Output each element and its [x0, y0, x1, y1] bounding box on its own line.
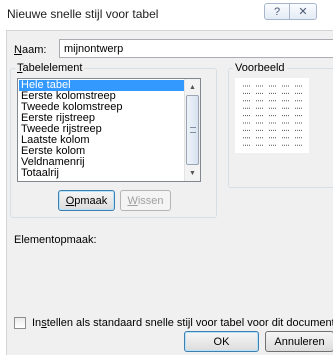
table-element-listbox[interactable]: Hele tabel Eerste kolomstreep Tweede kolom…	[17, 78, 201, 182]
close-button[interactable]: ✕	[289, 3, 317, 20]
scroll-down-arrow-icon[interactable]: ▼	[185, 165, 200, 181]
help-icon: ?	[273, 5, 281, 18]
table-preview	[235, 78, 309, 153]
table-element-label: Tabelelement	[15, 62, 85, 74]
cancel-button[interactable]: Annuleren	[265, 331, 333, 352]
element-format-label: Elementopmaak:	[14, 234, 97, 246]
table-element-list: Hele tabel Eerste kolomstreep Tweede kolom…	[19, 80, 184, 179]
default-style-checkbox[interactable]	[14, 317, 26, 329]
dialog-body: Naam: Tabelelement Hele tabelEerste kolo…	[6, 30, 333, 355]
help-button[interactable]: ?	[264, 3, 290, 20]
scroll-up-arrow-icon[interactable]: ▲	[185, 79, 200, 95]
format-button[interactable]: Opmaak	[58, 190, 115, 211]
name-label: Naam:	[14, 44, 47, 56]
preview-label: Voorbeeld	[233, 62, 287, 74]
close-icon: ✕	[298, 6, 308, 18]
name-input[interactable]	[59, 39, 333, 58]
ok-button[interactable]: OK	[184, 331, 259, 352]
window-title: Nieuwe snelle stijl voor tabel	[7, 7, 159, 21]
preview-grid	[243, 85, 302, 146]
default-style-label: Instellen als standaard snelle stijl voo…	[32, 317, 333, 329]
listbox-scrollbar[interactable]: ▲ ▼	[184, 79, 200, 181]
clear-button[interactable]: Wissen	[120, 190, 171, 211]
scroll-grip-icon	[190, 127, 196, 133]
list-item[interactable]: Totaalrij	[19, 168, 184, 179]
title-bar: Nieuwe snelle stijl voor tabel ? ✕	[0, 0, 333, 28]
scroll-thumb[interactable]	[186, 95, 199, 165]
